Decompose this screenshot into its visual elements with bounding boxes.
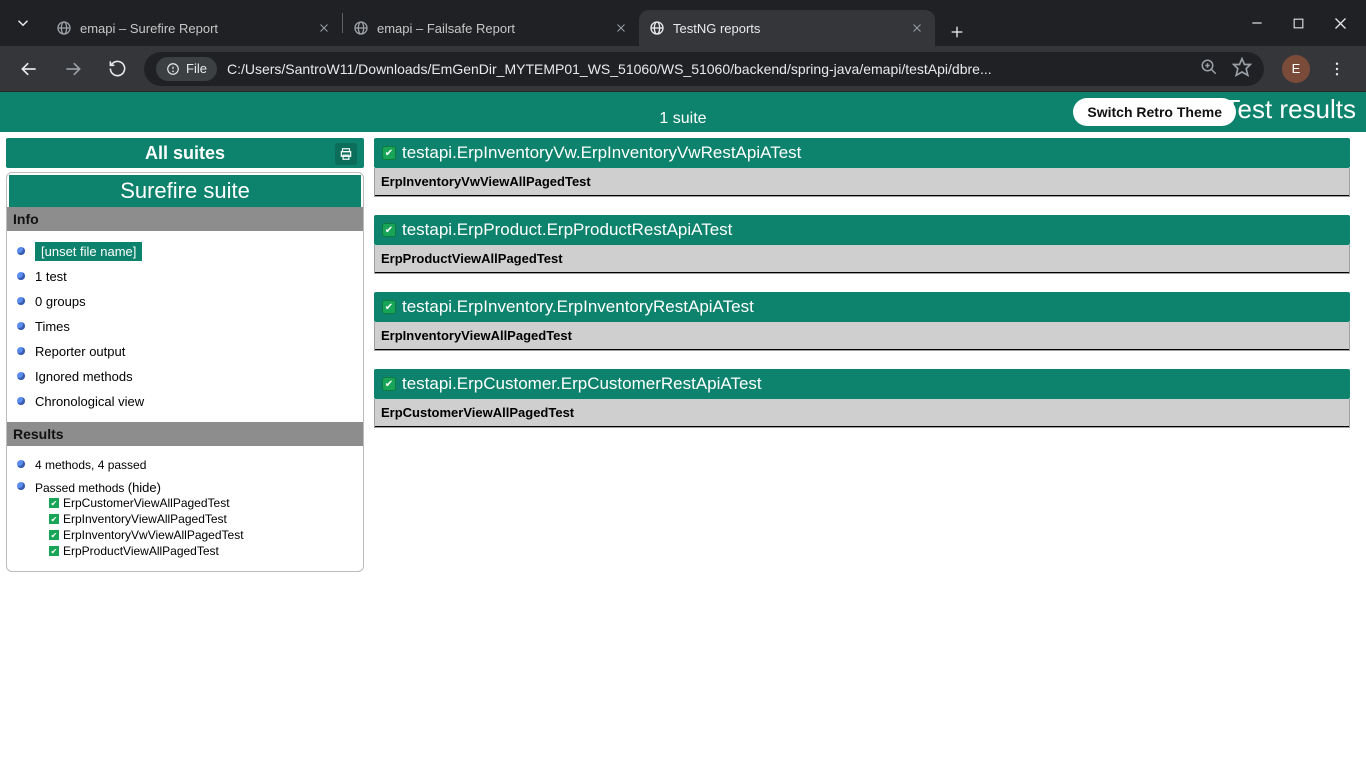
test-method-row[interactable]: ErpInventoryVwViewAllPagedTest	[375, 168, 1349, 196]
suite-name[interactable]: Surefire suite	[9, 175, 361, 207]
tab-title: TestNG reports	[673, 21, 901, 36]
success-icon: ✔	[382, 300, 396, 314]
file-origin-chip[interactable]: File	[156, 57, 217, 81]
toolbar: File C:/Users/SantroW11/Downloads/EmGenD…	[0, 46, 1366, 92]
test-class-header[interactable]: ✔ testapi.ErpInventoryVw.ErpInventoryVwR…	[374, 138, 1350, 168]
tab-title: emapi – Surefire Report	[80, 21, 308, 36]
tab-testng-reports[interactable]: TestNG reports	[639, 10, 935, 46]
address-url: C:/Users/SantroW11/Downloads/EmGenDir_MY…	[227, 61, 1190, 77]
info-item-reporter[interactable]: Reporter output	[35, 339, 355, 364]
tab-title: emapi – Failsafe Report	[377, 21, 605, 36]
page-banner: 1 suite Switch Retro Theme Test results	[0, 92, 1366, 132]
nav-forward-button[interactable]	[56, 52, 90, 86]
new-tab-button[interactable]	[943, 18, 971, 46]
passed-method-item[interactable]: ✔ErpProductViewAllPagedTest	[49, 543, 355, 559]
test-class-name: testapi.ErpInventoryVw.ErpInventoryVwRes…	[402, 143, 801, 163]
info-item-chronological[interactable]: Chronological view	[35, 389, 355, 414]
tab-failsafe-report[interactable]: emapi – Failsafe Report	[343, 10, 639, 46]
info-item-ignored[interactable]: Ignored methods	[35, 364, 355, 389]
test-block: ✔ testapi.ErpInventoryVw.ErpInventoryVwR…	[374, 138, 1350, 197]
browser-menu-button[interactable]	[1320, 52, 1354, 86]
test-method-row[interactable]: ErpCustomerViewAllPagedTest	[375, 399, 1349, 427]
main-results: ✔ testapi.ErpInventoryVw.ErpInventoryVwR…	[374, 138, 1360, 572]
titlebar: emapi – Surefire Report emapi – Failsafe…	[0, 0, 1366, 46]
tabs-dropdown-button[interactable]	[0, 0, 46, 46]
all-suites-header[interactable]: All suites	[6, 138, 364, 168]
passed-method-item[interactable]: ✔ErpCustomerViewAllPagedTest	[49, 495, 355, 511]
page-content: 1 suite Switch Retro Theme Test results …	[0, 92, 1366, 768]
success-icon: ✔	[382, 146, 396, 160]
tab-surefire-report[interactable]: emapi – Surefire Report	[46, 10, 342, 46]
tab-strip: emapi – Surefire Report emapi – Failsafe…	[46, 0, 1216, 46]
file-chip-label: File	[186, 61, 207, 76]
window-close-button[interactable]	[1333, 16, 1348, 31]
address-bar[interactable]: File C:/Users/SantroW11/Downloads/EmGenD…	[144, 52, 1264, 86]
info-item-tests[interactable]: 1 test	[35, 264, 355, 289]
info-item-filename[interactable]: [unset file name]	[35, 239, 355, 264]
test-class-name: testapi.ErpCustomer.ErpCustomerRestApiAT…	[402, 374, 762, 394]
info-item-times[interactable]: Times	[35, 314, 355, 339]
window-controls	[1216, 0, 1366, 46]
test-class-name: testapi.ErpProduct.ErpProductRestApiATes…	[402, 220, 732, 240]
passed-methods-list: ✔ErpCustomerViewAllPagedTest ✔ErpInvento…	[35, 495, 355, 559]
results-list: 4 methods, 4 passed Passed methods (hide…	[7, 446, 363, 571]
check-icon: ✔	[49, 546, 59, 556]
suite-box: Surefire suite Info [unset file name] 1 …	[6, 172, 364, 572]
print-icon[interactable]	[335, 143, 357, 165]
results-summary: 4 methods, 4 passed	[35, 454, 355, 476]
test-method-row[interactable]: ErpProductViewAllPagedTest	[375, 245, 1349, 273]
tab-close-button[interactable]	[909, 20, 925, 36]
tab-close-button[interactable]	[613, 20, 629, 36]
info-section-header: Info	[7, 207, 363, 231]
test-class-name: testapi.ErpInventory.ErpInventoryRestApi…	[402, 297, 754, 317]
test-class-header[interactable]: ✔ testapi.ErpProduct.ErpProductRestApiAT…	[374, 215, 1350, 245]
check-icon: ✔	[49, 530, 59, 540]
test-class-header[interactable]: ✔ testapi.ErpCustomer.ErpCustomerRestApi…	[374, 369, 1350, 399]
window-minimize-button[interactable]	[1250, 16, 1264, 30]
test-class-header[interactable]: ✔ testapi.ErpInventory.ErpInventoryRestA…	[374, 292, 1350, 322]
test-block: ✔ testapi.ErpProduct.ErpProductRestApiAT…	[374, 215, 1350, 274]
check-icon: ✔	[49, 514, 59, 524]
info-item-groups[interactable]: 0 groups	[35, 289, 355, 314]
globe-icon	[353, 20, 369, 36]
globe-icon	[649, 20, 665, 36]
browser-window: emapi – Surefire Report emapi – Failsafe…	[0, 0, 1366, 768]
tab-close-button[interactable]	[316, 20, 332, 36]
passed-methods-toggle[interactable]: Passed methods (hide) ✔ErpCustomerViewAl…	[35, 476, 355, 563]
zoom-icon[interactable]	[1200, 58, 1218, 79]
test-body: ErpProductViewAllPagedTest	[374, 245, 1350, 274]
nav-back-button[interactable]	[12, 52, 46, 86]
page-title: Test results	[1225, 94, 1357, 125]
test-body: ErpInventoryViewAllPagedTest	[374, 322, 1350, 351]
switch-retro-theme-button[interactable]: Switch Retro Theme	[1073, 98, 1236, 126]
test-block: ✔ testapi.ErpInventory.ErpInventoryRestA…	[374, 292, 1350, 351]
hide-link[interactable]: (hide)	[128, 480, 161, 495]
info-list: [unset file name] 1 test 0 groups Times …	[7, 231, 363, 422]
window-maximize-button[interactable]	[1292, 17, 1305, 30]
sidebar: All suites Surefire suite Info [unset fi…	[0, 138, 364, 572]
success-icon: ✔	[382, 223, 396, 237]
passed-method-item[interactable]: ✔ErpInventoryViewAllPagedTest	[49, 511, 355, 527]
nav-reload-button[interactable]	[100, 52, 134, 86]
passed-method-item[interactable]: ✔ErpInventoryVwViewAllPagedTest	[49, 527, 355, 543]
check-icon: ✔	[49, 498, 59, 508]
profile-avatar[interactable]: E	[1282, 55, 1310, 83]
content-columns: All suites Surefire suite Info [unset fi…	[0, 132, 1366, 572]
results-section-header: Results	[7, 422, 363, 446]
all-suites-label: All suites	[145, 143, 225, 164]
test-body: ErpCustomerViewAllPagedTest	[374, 399, 1350, 428]
test-body: ErpInventoryVwViewAllPagedTest	[374, 168, 1350, 197]
globe-icon	[56, 20, 72, 36]
test-method-row[interactable]: ErpInventoryViewAllPagedTest	[375, 322, 1349, 350]
test-block: ✔ testapi.ErpCustomer.ErpCustomerRestApi…	[374, 369, 1350, 428]
bookmark-star-icon[interactable]	[1232, 57, 1252, 80]
success-icon: ✔	[382, 377, 396, 391]
